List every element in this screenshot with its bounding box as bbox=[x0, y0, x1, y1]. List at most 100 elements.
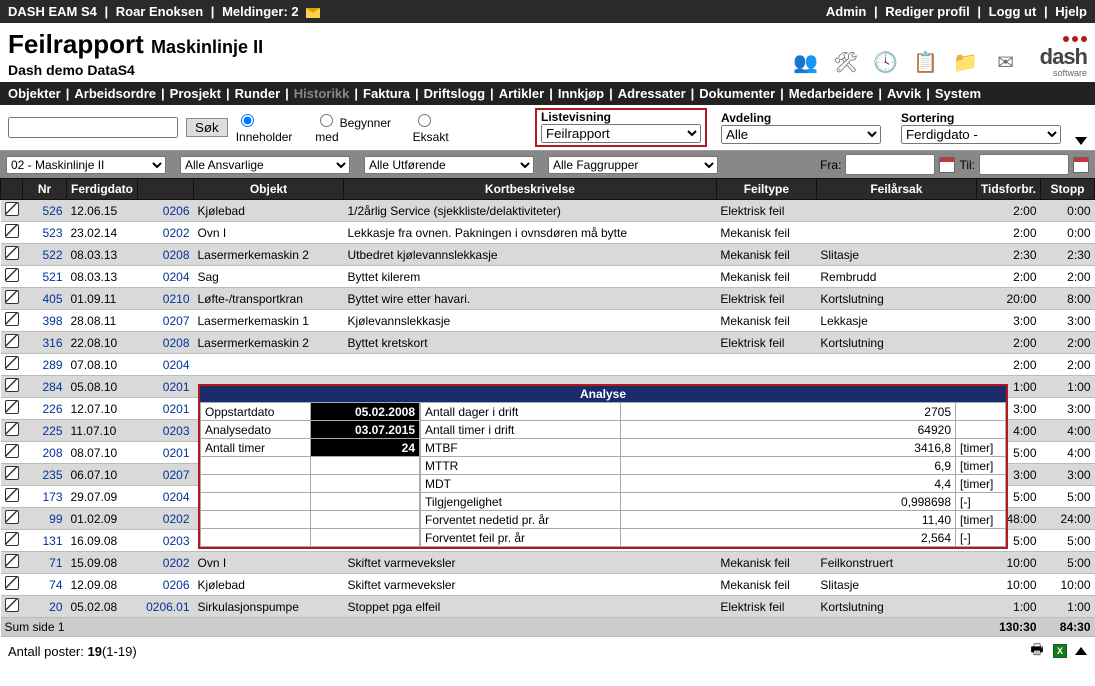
id-link[interactable]: 0202 bbox=[163, 556, 190, 570]
edit-icon[interactable] bbox=[5, 400, 19, 414]
nr-link[interactable]: 208 bbox=[42, 446, 62, 460]
nav-item-avvik[interactable]: Avvik bbox=[887, 86, 921, 101]
utforende-select[interactable]: Alle Utførende bbox=[364, 156, 534, 174]
edit-icon[interactable] bbox=[5, 532, 19, 546]
notes-icon[interactable]: 📋 bbox=[910, 46, 942, 78]
edit-icon[interactable] bbox=[5, 246, 19, 260]
id-link[interactable]: 0206 bbox=[163, 578, 190, 592]
nr-link[interactable]: 316 bbox=[42, 336, 62, 350]
id-link[interactable]: 0204 bbox=[163, 358, 190, 372]
nav-item-driftslogg[interactable]: Driftslogg bbox=[424, 86, 485, 101]
nr-link[interactable]: 99 bbox=[49, 512, 62, 526]
id-link[interactable]: 0207 bbox=[163, 314, 190, 328]
edit-icon[interactable] bbox=[5, 510, 19, 524]
to-date-input[interactable] bbox=[979, 154, 1069, 175]
nr-link[interactable]: 523 bbox=[42, 226, 62, 240]
nr-link[interactable]: 522 bbox=[42, 248, 62, 262]
col-header-8[interactable]: Tidsforbr. bbox=[976, 179, 1040, 200]
nav-item-system[interactable]: System bbox=[935, 86, 981, 101]
edit-icon[interactable] bbox=[5, 268, 19, 282]
search-input[interactable] bbox=[8, 117, 178, 138]
nr-link[interactable]: 235 bbox=[42, 468, 62, 482]
id-link[interactable]: 0201 bbox=[163, 380, 190, 394]
id-link[interactable]: 0203 bbox=[163, 534, 190, 548]
edit-icon[interactable] bbox=[5, 444, 19, 458]
users-icon[interactable]: 👥 bbox=[790, 46, 822, 78]
edit-icon[interactable] bbox=[5, 290, 19, 304]
edit-cell[interactable] bbox=[1, 222, 23, 244]
tools-icon[interactable]: 🛠 bbox=[830, 46, 862, 78]
edit-cell[interactable] bbox=[1, 332, 23, 354]
nav-item-innkjøp[interactable]: Innkjøp bbox=[558, 86, 604, 101]
nav-item-arbeidsordre[interactable]: Arbeidsordre bbox=[74, 86, 156, 101]
listview-select[interactable]: Feilrapport bbox=[541, 124, 701, 143]
id-link[interactable]: 0203 bbox=[163, 424, 190, 438]
nr-link[interactable]: 20 bbox=[49, 600, 62, 614]
radio-begins[interactable]: Begynner med bbox=[315, 111, 400, 144]
id-link[interactable]: 0208 bbox=[163, 336, 190, 350]
edit-icon[interactable] bbox=[5, 422, 19, 436]
col-header-9[interactable]: Stopp bbox=[1041, 179, 1095, 200]
edit-cell[interactable] bbox=[1, 486, 23, 508]
sort-select[interactable]: Ferdigdato - bbox=[901, 125, 1061, 144]
edit-cell[interactable] bbox=[1, 442, 23, 464]
print-icon[interactable]: 🖶 bbox=[1029, 643, 1045, 659]
nav-item-runder[interactable]: Runder bbox=[235, 86, 281, 101]
edit-cell[interactable] bbox=[1, 530, 23, 552]
edit-cell[interactable] bbox=[1, 596, 23, 618]
history-icon[interactable]: 🕓 bbox=[870, 46, 902, 78]
edit-cell[interactable] bbox=[1, 200, 23, 222]
nav-item-prosjekt[interactable]: Prosjekt bbox=[170, 86, 221, 101]
nav-item-dokumenter[interactable]: Dokumenter bbox=[699, 86, 775, 101]
expand-down-icon[interactable] bbox=[1075, 137, 1087, 145]
edit-cell[interactable] bbox=[1, 244, 23, 266]
edit-cell[interactable] bbox=[1, 288, 23, 310]
edit-icon[interactable] bbox=[5, 554, 19, 568]
id-link[interactable]: 0201 bbox=[163, 402, 190, 416]
ansvarlig-select[interactable]: Alle Ansvarlige bbox=[180, 156, 350, 174]
nav-item-artikler[interactable]: Artikler bbox=[499, 86, 545, 101]
id-link[interactable]: 0202 bbox=[163, 512, 190, 526]
id-link[interactable]: 0207 bbox=[163, 468, 190, 482]
nav-item-faktura[interactable]: Faktura bbox=[363, 86, 410, 101]
edit-icon[interactable] bbox=[5, 334, 19, 348]
edit-icon[interactable] bbox=[5, 224, 19, 238]
nav-item-objekter[interactable]: Objekter bbox=[8, 86, 61, 101]
faggruppe-select[interactable]: Alle Faggrupper bbox=[548, 156, 718, 174]
edit-cell[interactable] bbox=[1, 376, 23, 398]
edit-icon[interactable] bbox=[5, 488, 19, 502]
nav-item-medarbeidere[interactable]: Medarbeidere bbox=[789, 86, 874, 101]
mail2-icon[interactable]: ✉ bbox=[990, 46, 1022, 78]
col-header-4[interactable]: Objekt bbox=[194, 179, 344, 200]
id-link[interactable]: 0210 bbox=[163, 292, 190, 306]
calendar-from-icon[interactable] bbox=[939, 157, 955, 173]
id-link[interactable]: 0204 bbox=[163, 270, 190, 284]
nr-link[interactable]: 284 bbox=[42, 380, 62, 394]
edit-icon[interactable] bbox=[5, 466, 19, 480]
mail-icon[interactable] bbox=[306, 8, 320, 18]
edit-cell[interactable] bbox=[1, 398, 23, 420]
nr-link[interactable]: 173 bbox=[42, 490, 62, 504]
edit-cell[interactable] bbox=[1, 574, 23, 596]
edit-cell[interactable] bbox=[1, 354, 23, 376]
col-header-2[interactable]: Ferdigdato bbox=[67, 179, 138, 200]
id-link[interactable]: 0206.01 bbox=[146, 600, 189, 614]
nr-link[interactable]: 131 bbox=[42, 534, 62, 548]
dept-select[interactable]: Alle bbox=[721, 125, 881, 144]
nr-link[interactable]: 521 bbox=[42, 270, 62, 284]
col-header-5[interactable]: Kortbeskrivelse bbox=[344, 179, 717, 200]
nr-link[interactable]: 289 bbox=[42, 358, 62, 372]
from-date-input[interactable] bbox=[845, 154, 935, 175]
col-header-0[interactable] bbox=[1, 179, 23, 200]
edit-icon[interactable] bbox=[5, 312, 19, 326]
id-link[interactable]: 0204 bbox=[163, 490, 190, 504]
edit-profile-link[interactable]: Rediger profil bbox=[885, 4, 970, 19]
edit-icon[interactable] bbox=[5, 356, 19, 370]
nav-item-adressater[interactable]: Adressater bbox=[618, 86, 686, 101]
calendar-to-icon[interactable] bbox=[1073, 157, 1089, 173]
nr-link[interactable]: 398 bbox=[42, 314, 62, 328]
radio-contains[interactable]: Inneholder bbox=[236, 111, 304, 144]
nav-item-historikk[interactable]: Historikk bbox=[294, 86, 350, 101]
id-link[interactable]: 0201 bbox=[163, 446, 190, 460]
admin-link[interactable]: Admin bbox=[826, 4, 866, 19]
